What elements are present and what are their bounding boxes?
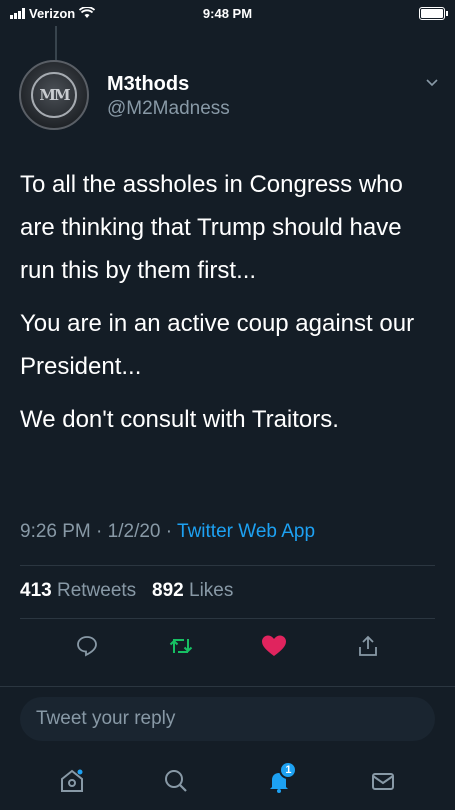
tweet-author[interactable]: MM M3thods @M2Madness <box>19 60 439 132</box>
retweets-label: Retweets <box>56 580 137 601</box>
retweet-button[interactable] <box>167 632 195 660</box>
tab-search[interactable] <box>160 765 192 797</box>
avatar-logo: MM <box>31 72 77 118</box>
mail-icon <box>372 773 395 790</box>
meta-separator: · <box>165 521 178 542</box>
likes-stat[interactable]: 892 Likes <box>152 580 233 601</box>
retweets-stat[interactable]: 413 Retweets <box>20 580 136 601</box>
signal-icon <box>10 7 25 19</box>
tweet-date: 1/2/20 <box>107 521 161 542</box>
reply-input[interactable]: Tweet your reply <box>20 697 435 741</box>
tweet-paragraph: We don't consult with Traitors. <box>20 406 339 433</box>
search-icon <box>164 770 187 792</box>
like-button[interactable] <box>260 632 288 660</box>
likes-label: Likes <box>189 580 234 601</box>
tab-notifications[interactable]: 1 <box>263 761 298 797</box>
tweet-source-link[interactable]: Twitter Web App <box>177 521 315 542</box>
tweet-paragraph: You are in an active coup against our Pr… <box>20 310 415 380</box>
heart-icon <box>262 635 287 656</box>
home-icon <box>60 769 83 792</box>
battery-icon <box>419 6 448 20</box>
tweet-text: To all the assholes in Congress who are … <box>20 163 440 451</box>
retweet-icon <box>169 639 192 653</box>
avatar[interactable]: MM <box>19 60 89 130</box>
carrier-label: Verizon <box>29 5 76 21</box>
notification-badge: 1 <box>279 761 298 779</box>
retweets-count: 413 <box>20 580 52 601</box>
tab-home[interactable] <box>56 765 88 797</box>
tweet-time: 9:26 PM <box>20 521 91 542</box>
tweet-meta: 9:26 PM · 1/2/20 · Twitter Web App <box>20 521 315 543</box>
reply-bar: Tweet your reply <box>0 686 455 750</box>
status-left: Verizon <box>10 5 96 21</box>
wifi-icon <box>79 7 96 18</box>
meta-separator: · <box>96 521 108 542</box>
tab-messages[interactable] <box>367 765 399 797</box>
author-names: M3thods @M2Madness <box>107 60 230 132</box>
likes-count: 892 <box>152 580 184 601</box>
tweet-actions <box>0 632 455 666</box>
display-name[interactable]: M3thods <box>107 72 230 96</box>
share-icon <box>359 635 378 656</box>
divider <box>20 618 435 619</box>
thread-line <box>55 26 57 62</box>
tab-bar: 1 <box>0 752 455 810</box>
status-bar: Verizon 9:48 PM <box>0 0 455 26</box>
tweet-stats: 413 Retweets 892 Likes <box>20 580 233 602</box>
chevron-down-icon[interactable] <box>425 78 439 88</box>
share-button[interactable] <box>354 632 382 660</box>
user-handle[interactable]: @M2Madness <box>107 96 230 122</box>
reply-button[interactable] <box>73 632 101 660</box>
reply-icon <box>76 636 97 657</box>
divider <box>20 565 435 566</box>
tweet-paragraph: To all the assholes in Congress who are … <box>20 171 403 284</box>
